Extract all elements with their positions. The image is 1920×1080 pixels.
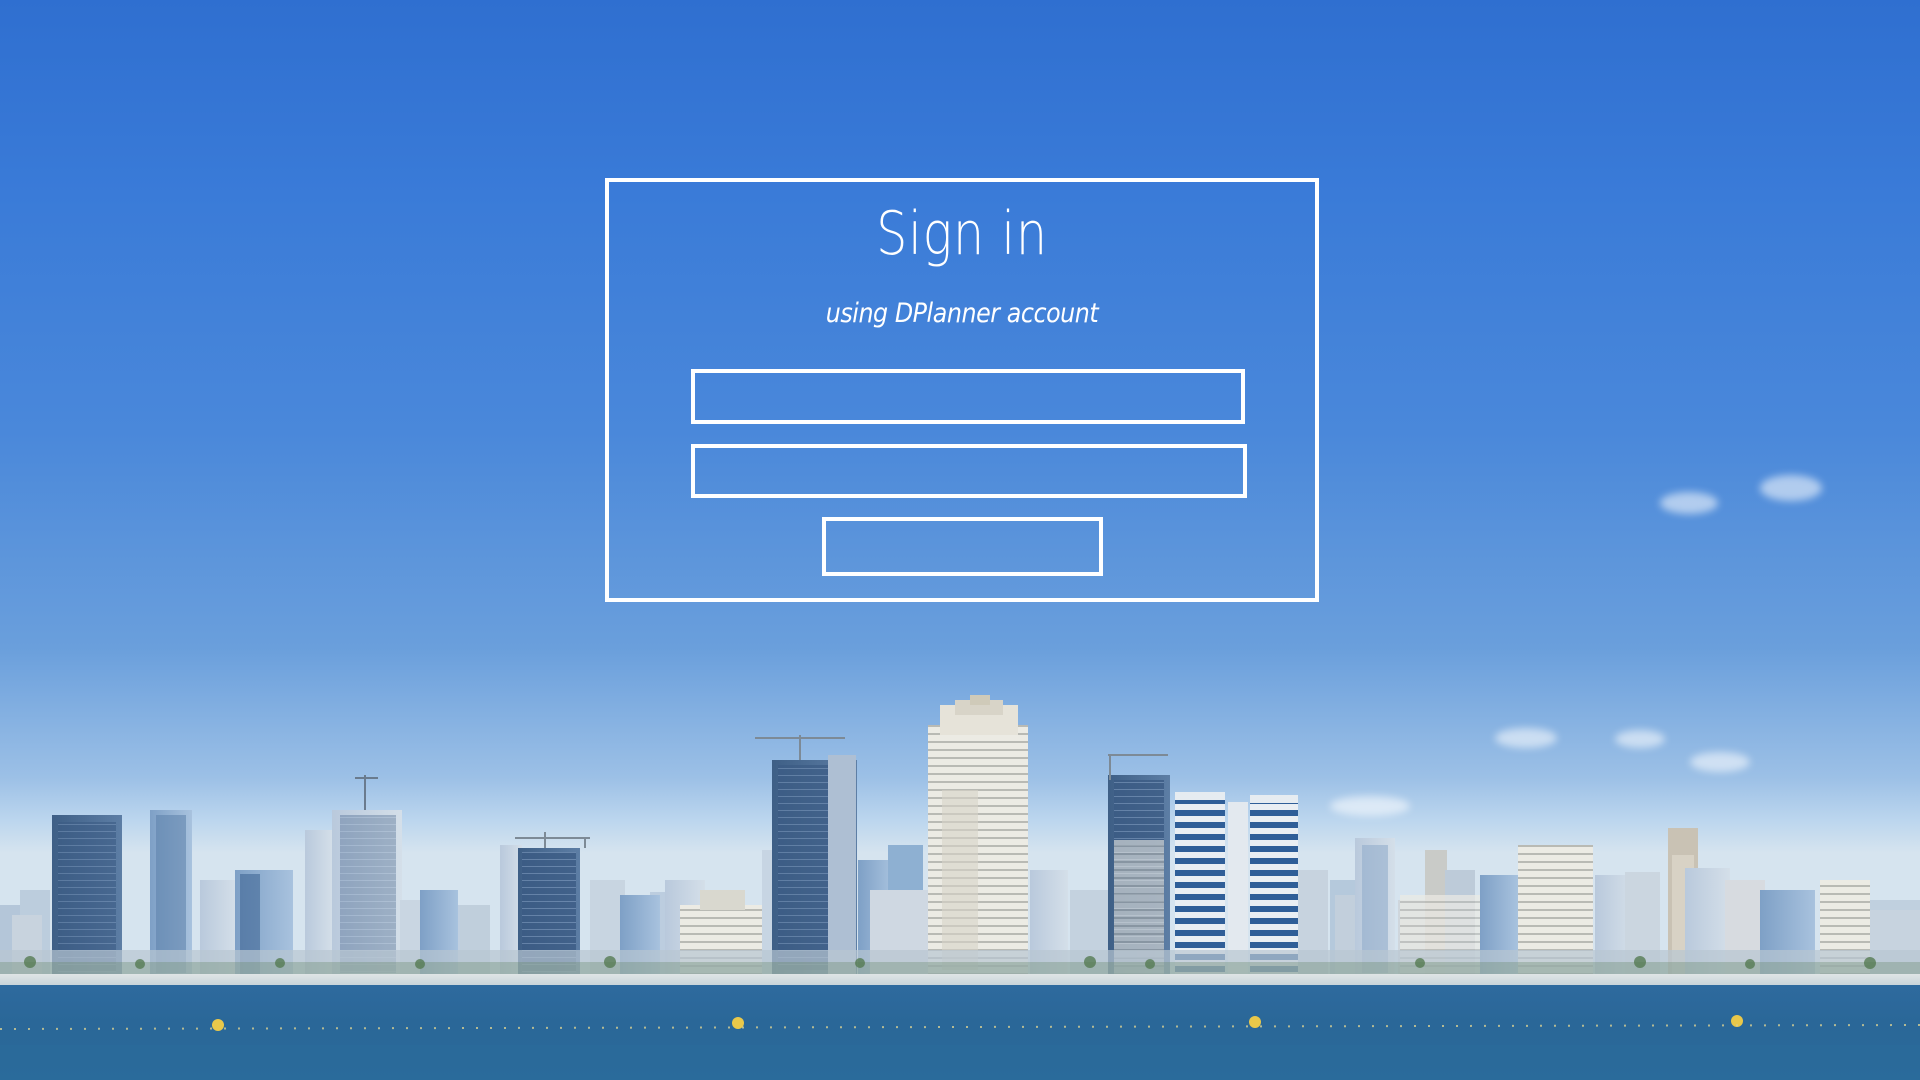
signin-subtitle: using DPlanner account [825, 298, 1099, 329]
signin-form: Sign in using DPlanner account [605, 178, 1319, 602]
sea [0, 985, 1920, 1080]
username-input[interactable] [691, 369, 1245, 424]
signin-title: Sign in [876, 199, 1048, 269]
signin-button[interactable] [822, 517, 1103, 576]
password-input[interactable] [691, 444, 1247, 498]
buoy [212, 1019, 224, 1031]
buoy [1249, 1016, 1261, 1028]
